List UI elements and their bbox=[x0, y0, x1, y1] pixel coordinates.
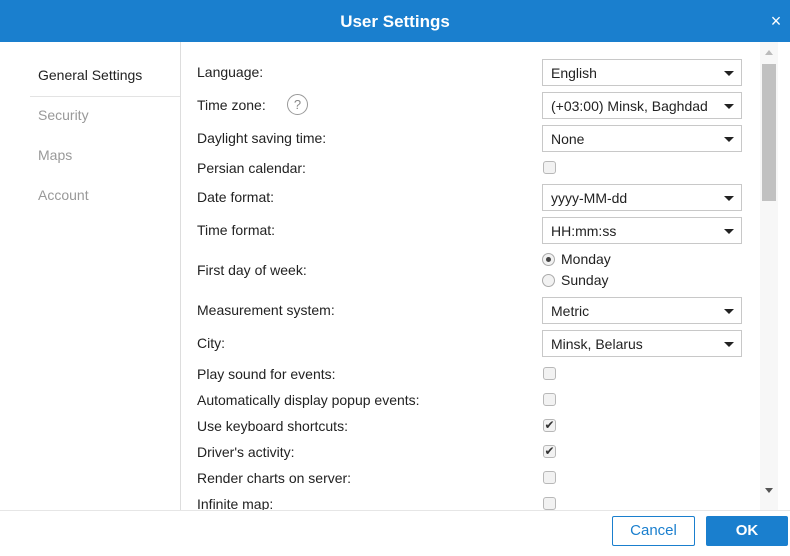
title-bar: User Settings × bbox=[0, 0, 790, 42]
time-format-select[interactable]: HH:mm:ss bbox=[542, 217, 742, 244]
sidebar: General Settings Security Maps Account bbox=[30, 55, 180, 215]
sidebar-item-general-settings[interactable]: General Settings bbox=[30, 55, 180, 95]
infinite-map-label: Infinite map: bbox=[197, 496, 274, 510]
ok-button[interactable]: OK bbox=[706, 516, 788, 546]
drivers-activity-checkbox[interactable]: ✔ bbox=[543, 445, 556, 458]
settings-panel: Language: English Time zone: ? (+03:00) … bbox=[180, 42, 758, 510]
measurement-select[interactable]: Metric bbox=[542, 297, 742, 324]
render-charts-label: Render charts on server: bbox=[197, 470, 352, 486]
timezone-value: (+03:00) Minsk, Baghdad bbox=[551, 98, 708, 114]
chevron-down-icon bbox=[724, 137, 734, 142]
infinite-map-checkbox[interactable] bbox=[543, 497, 556, 510]
radio-label-sunday: Sunday bbox=[561, 272, 609, 288]
sidebar-divider bbox=[30, 96, 180, 97]
auto-popup-checkbox[interactable] bbox=[543, 393, 556, 406]
date-format-value: yyyy-MM-dd bbox=[551, 190, 628, 206]
sidebar-item-account[interactable]: Account bbox=[30, 175, 180, 215]
cancel-button[interactable]: Cancel bbox=[612, 516, 695, 546]
time-format-value: HH:mm:ss bbox=[551, 223, 617, 239]
dialog-title: User Settings bbox=[340, 12, 450, 31]
chevron-down-icon bbox=[724, 309, 734, 314]
time-format-label: Time format: bbox=[197, 222, 276, 238]
dst-label: Daylight saving time: bbox=[197, 130, 327, 146]
chevron-down-icon bbox=[724, 342, 734, 347]
language-label: Language: bbox=[197, 64, 264, 80]
date-format-select[interactable]: yyyy-MM-dd bbox=[542, 184, 742, 211]
render-charts-checkbox[interactable] bbox=[543, 471, 556, 484]
first-day-label: First day of week: bbox=[197, 262, 307, 278]
chevron-down-icon bbox=[724, 104, 734, 109]
chevron-down-icon bbox=[724, 229, 734, 234]
chevron-down-icon bbox=[724, 196, 734, 201]
persian-calendar-label: Persian calendar: bbox=[197, 160, 306, 176]
language-value: English bbox=[551, 65, 597, 81]
sidebar-item-maps[interactable]: Maps bbox=[30, 135, 180, 175]
radio-label-monday: Monday bbox=[561, 251, 611, 267]
auto-popup-label: Automatically display popup events: bbox=[197, 392, 420, 408]
drivers-activity-label: Driver's activity: bbox=[197, 444, 295, 460]
timezone-label: Time zone: bbox=[197, 97, 266, 113]
chevron-down-icon bbox=[724, 71, 734, 76]
measurement-value: Metric bbox=[551, 303, 590, 319]
sidebar-item-security[interactable]: Security bbox=[30, 95, 180, 135]
language-select[interactable]: English bbox=[542, 59, 742, 86]
radio-button-monday[interactable] bbox=[542, 253, 555, 266]
city-select[interactable]: Minsk, Belarus bbox=[542, 330, 742, 357]
scroll-up-icon[interactable] bbox=[765, 50, 773, 55]
scroll-down-icon[interactable] bbox=[765, 488, 773, 493]
date-format-label: Date format: bbox=[197, 189, 275, 205]
play-sound-label: Play sound for events: bbox=[197, 366, 336, 382]
scroll-thumb[interactable] bbox=[762, 64, 776, 201]
keyboard-shortcuts-label: Use keyboard shortcuts: bbox=[197, 418, 348, 434]
persian-calendar-checkbox[interactable] bbox=[543, 161, 556, 174]
measurement-label: Measurement system: bbox=[197, 302, 335, 318]
city-label: City: bbox=[197, 335, 225, 351]
timezone-select[interactable]: (+03:00) Minsk, Baghdad bbox=[542, 92, 742, 119]
city-value: Minsk, Belarus bbox=[551, 336, 643, 352]
footer-divider bbox=[0, 510, 790, 511]
scrollbar[interactable] bbox=[760, 42, 778, 510]
radio-button-sunday[interactable] bbox=[542, 274, 555, 287]
dst-select[interactable]: None bbox=[542, 125, 742, 152]
dst-value: None bbox=[551, 131, 585, 147]
close-icon[interactable]: × bbox=[768, 12, 784, 30]
play-sound-checkbox[interactable] bbox=[543, 367, 556, 380]
keyboard-shortcuts-checkbox[interactable]: ✔ bbox=[543, 419, 556, 432]
help-icon[interactable]: ? bbox=[287, 94, 308, 115]
